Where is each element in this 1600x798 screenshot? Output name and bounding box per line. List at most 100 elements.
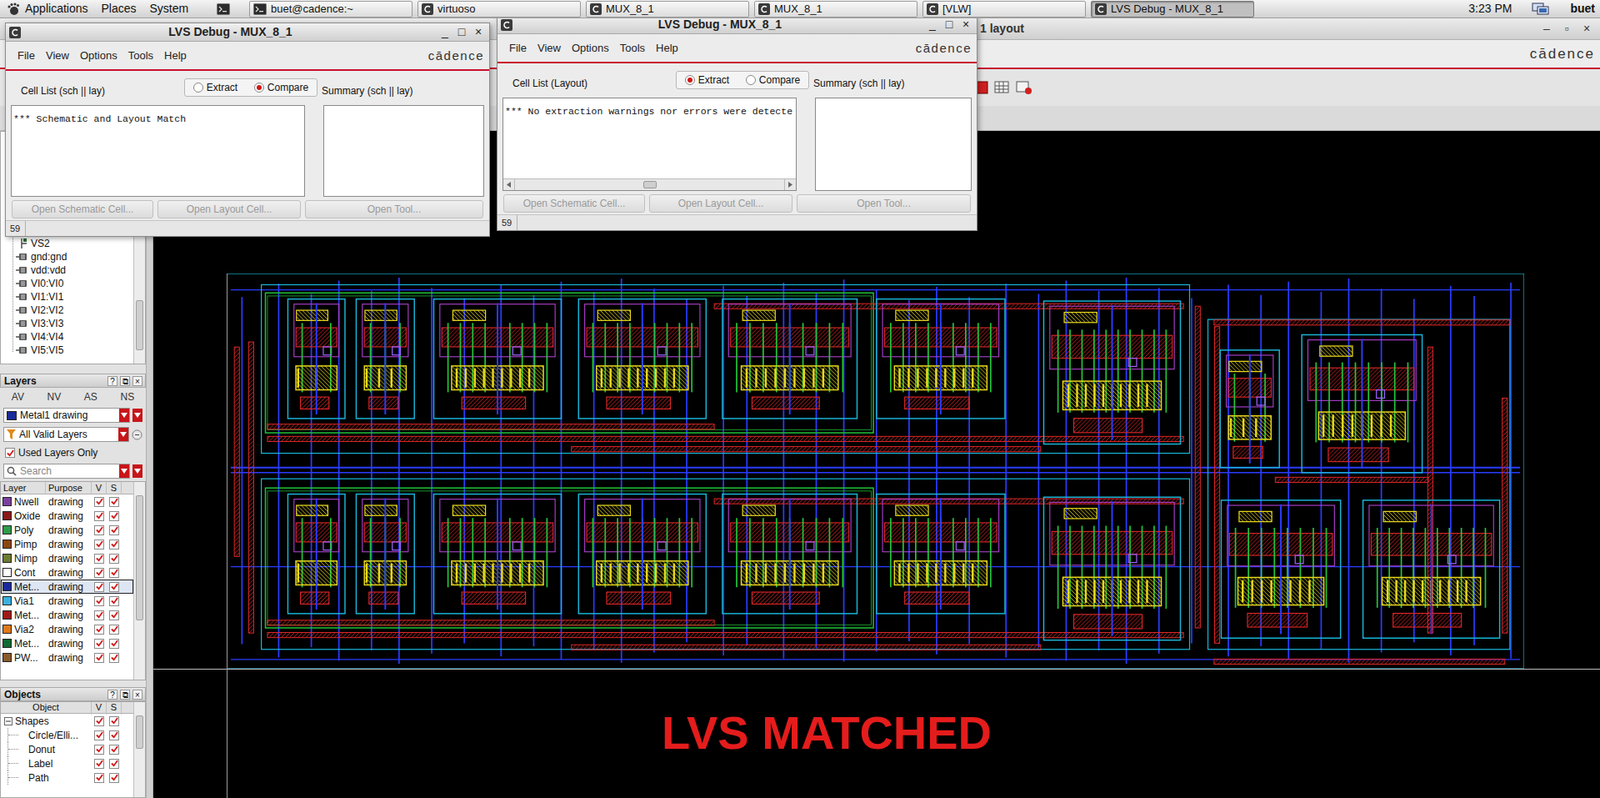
action-button[interactable]: Open Tool... xyxy=(796,194,971,213)
radio-label[interactable]: Extract xyxy=(206,80,238,95)
task-label[interactable]: virtuoso xyxy=(437,0,476,18)
select-value[interactable]: Metal1 drawing xyxy=(20,407,88,423)
dropdown-arrow-icon[interactable] xyxy=(119,408,130,422)
navigator-item[interactable]: gnd:gnd xyxy=(9,250,134,264)
visible-checkbox[interactable] xyxy=(94,581,105,592)
menu-item[interactable]: Options xyxy=(80,47,118,65)
panel-control[interactable]: ⧉ xyxy=(120,375,130,386)
navigator-item[interactable]: VI3:VI3 xyxy=(9,316,134,330)
summary-box[interactable] xyxy=(815,97,972,191)
task-label[interactable]: MUX_8_1 xyxy=(605,0,655,18)
select-value[interactable]: All Valid Layers xyxy=(19,426,88,442)
panel-control[interactable]: ? xyxy=(107,689,118,700)
navigator-item[interactable]: vdd:vdd xyxy=(9,263,134,277)
taskbar-button[interactable]: MUX_8_1 xyxy=(585,0,750,18)
column-header[interactable]: Purpose xyxy=(48,482,83,493)
navigator-label[interactable]: VI1:VI1 xyxy=(30,289,64,305)
visible-checkbox[interactable] xyxy=(94,595,105,606)
layer-row[interactable]: Via1drawing xyxy=(0,593,134,608)
layer-row[interactable]: Met... drawing xyxy=(0,635,134,650)
list-line[interactable]: *** No extraction warnings nor errors we… xyxy=(505,105,793,117)
selectable-checkbox[interactable] xyxy=(109,610,120,620)
window-control[interactable]: □ xyxy=(456,23,467,41)
visible-checkbox[interactable] xyxy=(94,610,105,620)
button-label[interactable]: Open Layout Cell... xyxy=(678,195,765,211)
layer-purpose[interactable]: drawing xyxy=(48,566,84,579)
selectable-checkbox[interactable] xyxy=(109,652,120,663)
task-label[interactable]: buet@cadence:~ xyxy=(270,0,354,18)
scrollbar[interactable] xyxy=(133,701,145,797)
summary-box[interactable] xyxy=(323,105,485,197)
selectable-checkbox[interactable] xyxy=(109,730,120,740)
selectable-checkbox[interactable] xyxy=(109,539,120,550)
layer-purpose[interactable]: drawing xyxy=(48,609,84,621)
menu-item[interactable]: View xyxy=(45,47,70,65)
menu-item[interactable]: Options xyxy=(571,40,610,57)
task-label[interactable]: MUX_8_1 xyxy=(774,0,823,18)
layer-row[interactable]: Polydrawing xyxy=(0,522,134,537)
navigator-label[interactable]: VS2 xyxy=(30,235,50,251)
options-icon[interactable] xyxy=(131,429,143,440)
layer-name[interactable]: Poly xyxy=(14,522,34,538)
navigator-item[interactable]: VI1:VI1 xyxy=(9,290,134,304)
selectable-checkbox[interactable] xyxy=(109,638,120,649)
menu-item[interactable]: File xyxy=(509,40,527,57)
mode-radio[interactable]: Extract xyxy=(685,72,730,88)
navigator-item[interactable]: VI5:VI5 xyxy=(9,343,134,357)
layer-row[interactable]: Pimpdrawing xyxy=(0,536,134,551)
object-label[interactable]: Path xyxy=(28,770,50,785)
panel-control[interactable]: × xyxy=(132,689,143,700)
window-control[interactable]: × xyxy=(1581,20,1592,38)
object-label[interactable]: Circle/Elli... xyxy=(28,727,79,743)
taskbar-button[interactable]: MUX_8_1 xyxy=(754,0,918,18)
navigator-item[interactable]: VI0:VI0 xyxy=(9,276,134,290)
panel-control[interactable]: × xyxy=(132,375,143,386)
navigator-label[interactable]: VI2:VI2 xyxy=(30,302,64,318)
menu-item[interactable]: Tools xyxy=(620,40,645,57)
layer-row[interactable]: Nwelldrawing xyxy=(0,494,134,509)
window-control[interactable]: – xyxy=(1541,20,1552,38)
button-label[interactable]: Open Schematic Cell... xyxy=(523,195,626,211)
selectable-checkbox[interactable] xyxy=(109,525,120,535)
navigator-label[interactable]: VI5:VI5 xyxy=(30,342,64,358)
layer-row[interactable]: Nimpdrawing xyxy=(0,550,134,565)
visible-checkbox[interactable] xyxy=(94,638,105,649)
object-row[interactable]: Label xyxy=(0,755,134,770)
layer-row[interactable]: Oxidedrawing xyxy=(0,508,134,523)
column-header[interactable]: S xyxy=(110,482,117,493)
visible-checkbox[interactable] xyxy=(94,772,105,783)
user-name[interactable]: buet xyxy=(1570,0,1595,18)
action-button[interactable]: Open Schematic Cell... xyxy=(503,194,645,213)
selectable-checkbox[interactable] xyxy=(109,715,120,726)
radio-button[interactable] xyxy=(254,82,265,93)
marker-icon[interactable] xyxy=(1015,80,1033,95)
visible-checkbox[interactable] xyxy=(94,715,105,726)
column-header[interactable]: S xyxy=(110,701,117,712)
menu-item[interactable]: Tools xyxy=(128,47,154,65)
window-control[interactable]: _ xyxy=(927,15,938,34)
layer-row[interactable]: Cont drawing xyxy=(0,565,134,580)
menu-item[interactable]: View xyxy=(537,40,561,57)
selectable-checkbox[interactable] xyxy=(109,744,120,755)
radio-button[interactable] xyxy=(193,82,204,93)
grid-icon[interactable] xyxy=(994,80,1011,95)
layer-name[interactable]: Cont xyxy=(14,565,35,580)
panel-control[interactable]: ? xyxy=(107,375,118,386)
dropdown-arrow-icon[interactable] xyxy=(118,427,129,441)
action-button[interactable]: Open Layout Cell... xyxy=(157,200,301,219)
layer-name[interactable]: Met... xyxy=(14,635,40,651)
visible-checkbox[interactable] xyxy=(94,758,105,769)
mode-radio[interactable]: Compare xyxy=(745,72,800,88)
layer-purpose[interactable]: drawing xyxy=(48,623,84,635)
checkbox-label[interactable]: Used Layers Only xyxy=(18,445,98,460)
layer-purpose[interactable]: drawing xyxy=(48,637,84,650)
column-header[interactable]: V xyxy=(95,482,102,493)
button-label[interactable]: Open Layout Cell... xyxy=(186,201,273,217)
object-label[interactable]: Shapes xyxy=(15,713,50,729)
dropdown-arrow-icon[interactable] xyxy=(119,464,130,478)
visible-checkbox[interactable] xyxy=(94,539,105,550)
selectable-checkbox[interactable] xyxy=(109,772,120,783)
action-button[interactable]: Open Schematic Cell... xyxy=(11,200,154,219)
list-line[interactable]: *** Schematic and Layout Match xyxy=(13,113,186,125)
object-row[interactable]: Circle/Elli... xyxy=(0,727,134,742)
